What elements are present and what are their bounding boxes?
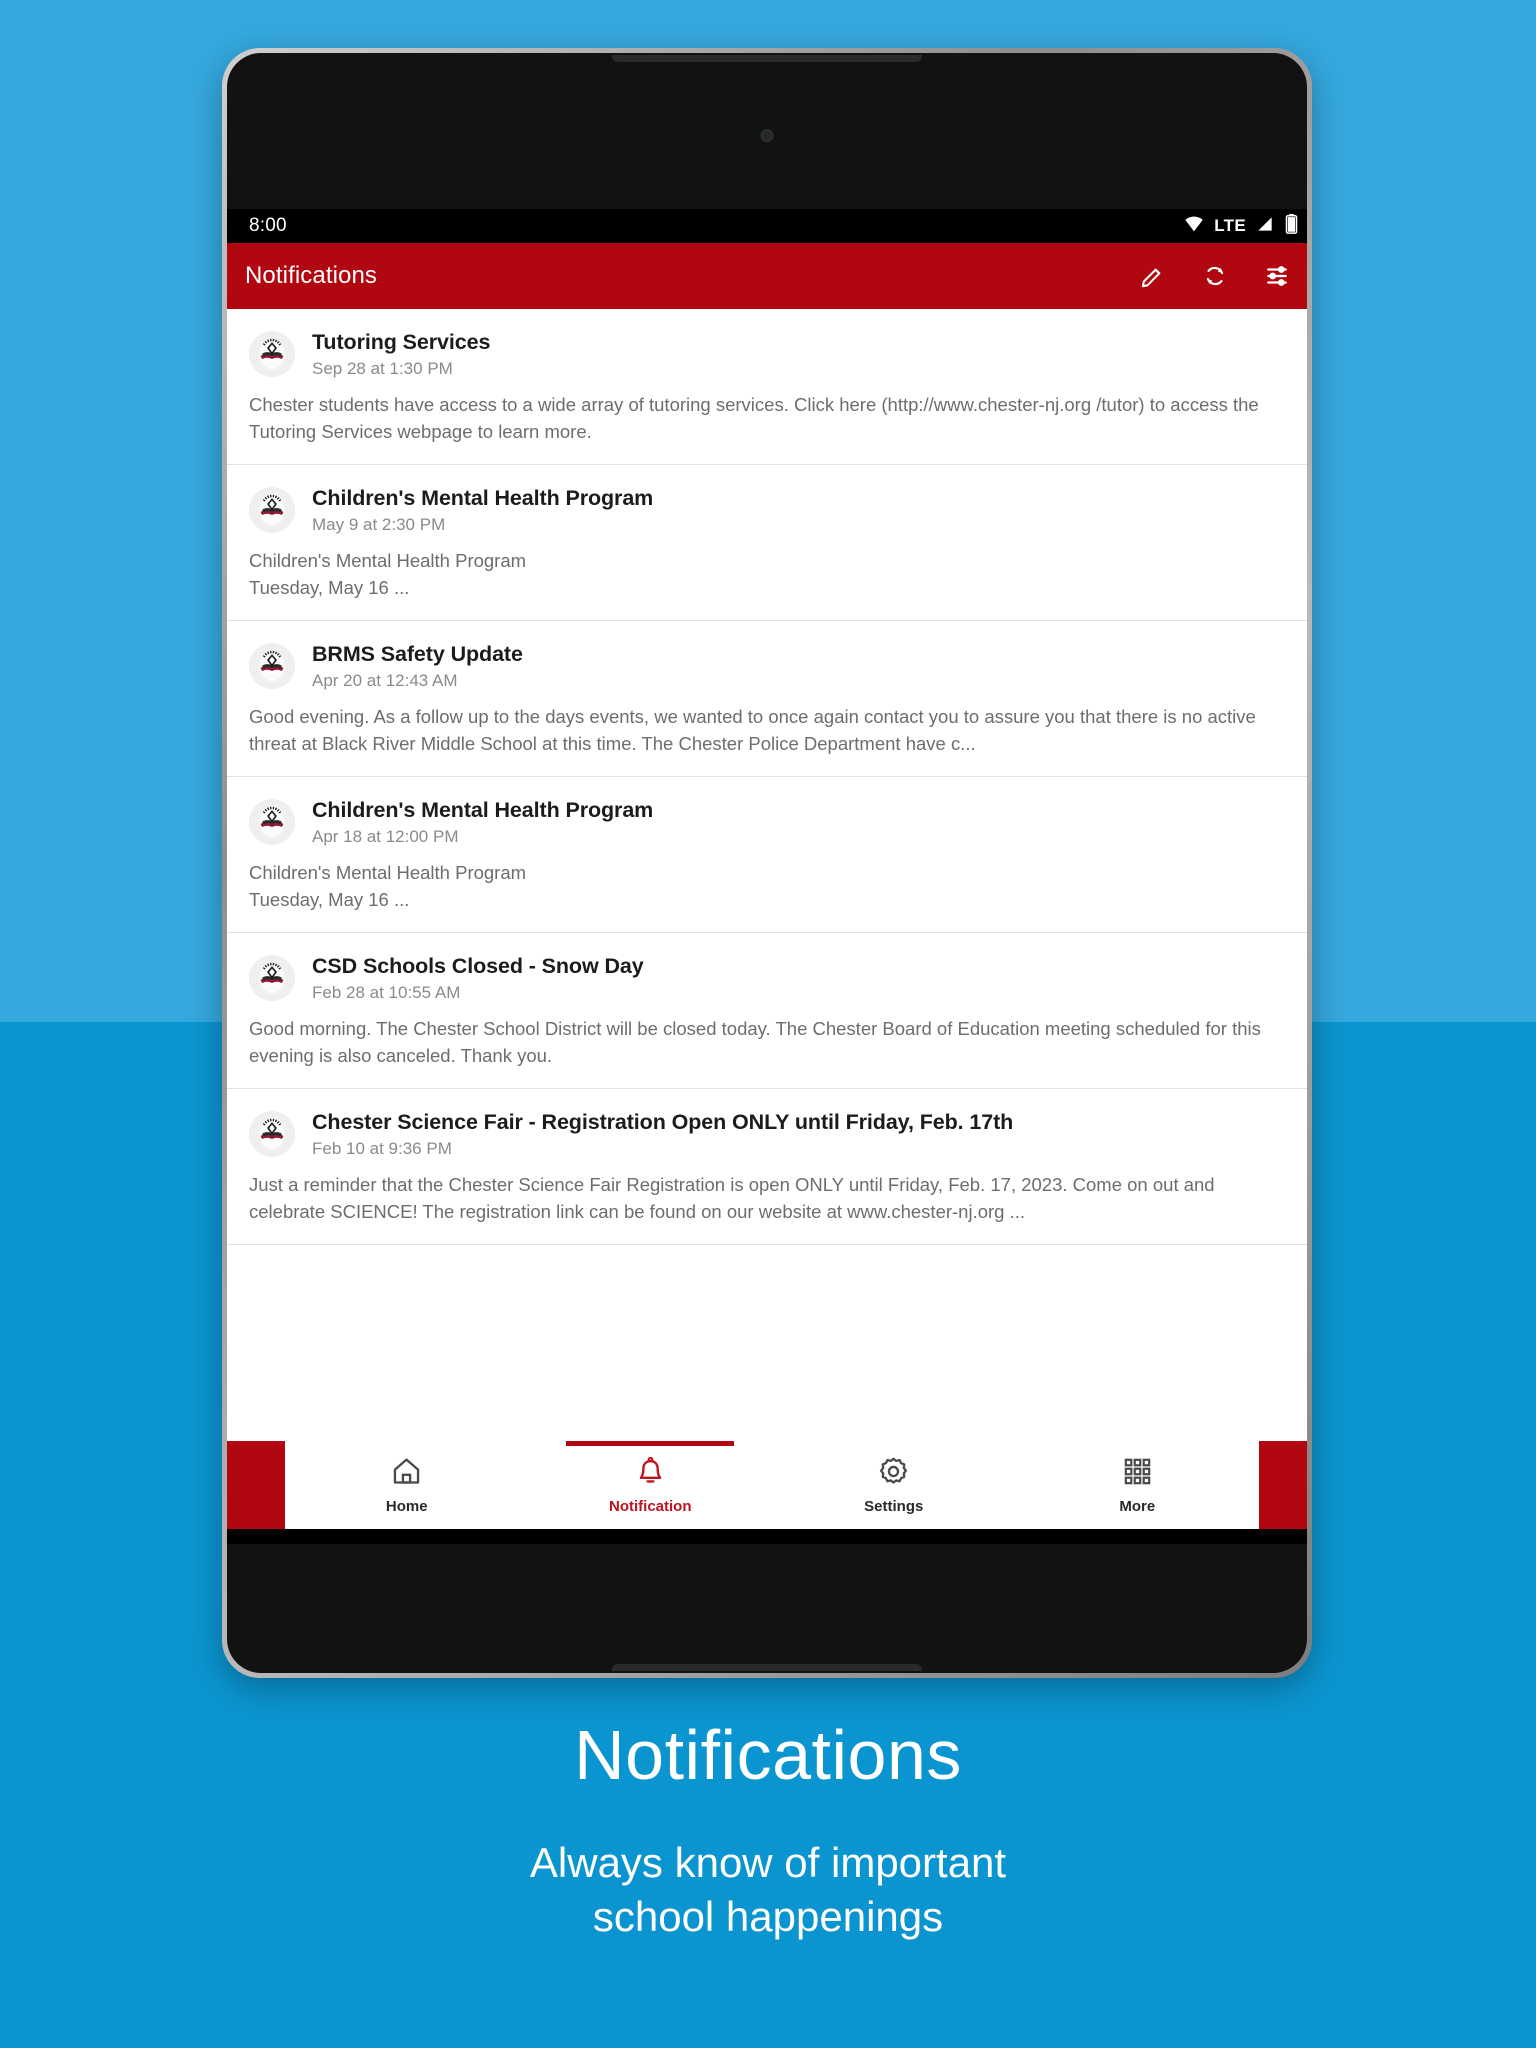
card-heading: Tutoring Services Sep 28 at 1:30 PM — [312, 329, 490, 379]
card-heading: Children's Mental Health Program Apr 18 … — [312, 797, 653, 847]
notification-title: Tutoring Services — [312, 330, 491, 354]
tablet-bezel: 8:00 LTE Notifications Tutoring Services… — [227, 53, 1307, 1673]
card-header: CSD Schools Closed - Snow Day Feb 28 at … — [249, 953, 1295, 1003]
school-crest-icon — [249, 1110, 295, 1157]
card-header: Children's Mental Health Program May 9 a… — [249, 485, 1295, 535]
back-icon[interactable] — [584, 1541, 610, 1545]
bottom-navigation-bar: Home Notification Settings More — [227, 1441, 1307, 1529]
speaker-slot-bottom — [612, 1664, 922, 1671]
home-icon[interactable] — [760, 1541, 786, 1545]
notification-body: Children's Mental Health Program Tuesday… — [249, 550, 527, 599]
notification-title: Chester Science Fair - Registration Open… — [312, 1109, 1014, 1134]
status-clock: 8:00 — [249, 215, 287, 236]
tablet-screen: 8:00 LTE Notifications Tutoring Services… — [227, 209, 1307, 1544]
notification-time: Feb 28 at 10:55 AM — [312, 983, 461, 1003]
home-icon — [390, 1455, 423, 1493]
grid-icon — [1121, 1455, 1154, 1493]
notification-body: Good evening. As a follow up to the days… — [249, 706, 1256, 755]
nav-item-settings[interactable]: Settings — [772, 1441, 1016, 1529]
school-crest-icon — [249, 954, 295, 1001]
nav-label-notification: Notification — [609, 1498, 692, 1515]
page-title: Notifications — [245, 262, 378, 289]
notification-body: Good morning. The Chester School Distric… — [249, 1018, 1261, 1067]
bottom-navigation: Home Notification Settings More — [285, 1441, 1259, 1529]
recents-icon[interactable] — [936, 1542, 960, 1545]
android-status-bar: 8:00 LTE — [227, 209, 1307, 243]
notification-body: Children's Mental Health Program Tuesday… — [249, 862, 527, 911]
card-heading: CSD Schools Closed - Snow Day Feb 28 at … — [312, 953, 644, 1003]
notification-list[interactable]: Tutoring Services Sep 28 at 1:30 PM Ches… — [227, 309, 1307, 1441]
battery-icon — [1284, 213, 1299, 240]
notification-time: May 9 at 2:30 PM — [312, 515, 446, 535]
refresh-icon[interactable] — [1201, 262, 1229, 290]
notification-body: Chester students have access to a wide a… — [249, 394, 1259, 443]
notification-card[interactable]: Chester Science Fair - Registration Open… — [227, 1088, 1307, 1245]
tablet-device-frame: 8:00 LTE Notifications Tutoring Services… — [222, 48, 1312, 1678]
school-crest-icon — [249, 798, 295, 845]
card-heading: BRMS Safety Update Apr 20 at 12:43 AM — [312, 641, 523, 691]
card-heading: Chester Science Fair - Registration Open… — [312, 1109, 1013, 1159]
caption-title: Notifications — [574, 1716, 962, 1794]
filter-icon[interactable] — [1263, 262, 1291, 290]
marketing-caption: Notifications Always know of important s… — [0, 1720, 1536, 1944]
notification-card[interactable]: BRMS Safety Update Apr 20 at 12:43 AM Go… — [227, 620, 1307, 777]
notification-card[interactable]: Children's Mental Health Program Apr 18 … — [227, 776, 1307, 933]
nav-item-notification[interactable]: Notification — [529, 1441, 773, 1529]
notification-card[interactable]: Tutoring Services Sep 28 at 1:30 PM Ches… — [227, 309, 1307, 465]
nav-item-more[interactable]: More — [1016, 1441, 1260, 1529]
signal-icon — [1255, 214, 1275, 239]
school-crest-icon — [249, 486, 295, 533]
nav-active-indicator — [566, 1441, 735, 1446]
school-crest-icon — [249, 331, 295, 377]
edit-icon[interactable] — [1139, 262, 1167, 290]
notification-time: Apr 18 at 12:00 PM — [312, 827, 459, 847]
app-bar-action-group — [1139, 262, 1291, 290]
school-crest-icon — [249, 642, 295, 689]
notification-title: CSD Schools Closed - Snow Day — [312, 953, 644, 978]
card-header: Tutoring Services Sep 28 at 1:30 PM — [249, 329, 1295, 379]
nav-item-home[interactable]: Home — [285, 1441, 529, 1529]
card-header: Chester Science Fair - Registration Open… — [249, 1109, 1295, 1159]
caption-subtitle: Always know of important school happenin… — [529, 1839, 1007, 1940]
wifi-icon — [1183, 213, 1205, 240]
nav-label-home: Home — [385, 1498, 428, 1515]
android-system-nav — [227, 1529, 1307, 1544]
front-camera-icon — [760, 129, 774, 142]
card-header: BRMS Safety Update Apr 20 at 12:43 AM — [249, 641, 1295, 691]
card-heading: Children's Mental Health Program May 9 a… — [312, 485, 653, 535]
notification-title: Children's Mental Health Program — [312, 797, 654, 822]
status-icon-group: LTE — [1183, 213, 1299, 240]
network-type-label: LTE — [1214, 216, 1246, 235]
notification-time: Apr 20 at 12:43 AM — [312, 671, 458, 691]
notification-body: Just a reminder that the Chester Science… — [249, 1174, 1215, 1223]
notification-card[interactable]: Children's Mental Health Program May 9 a… — [227, 464, 1307, 621]
app-bar: Notifications — [227, 243, 1307, 309]
notification-time: Feb 10 at 9:36 PM — [312, 1139, 452, 1159]
notification-title: Children's Mental Health Program — [312, 485, 654, 510]
bell-icon — [634, 1455, 667, 1493]
nav-label-more: More — [1119, 1498, 1156, 1515]
card-header: Children's Mental Health Program Apr 18 … — [249, 797, 1295, 847]
nav-label-settings: Settings — [864, 1498, 924, 1515]
notification-time: Sep 28 at 1:30 PM — [312, 359, 453, 379]
notification-card[interactable]: CSD Schools Closed - Snow Day Feb 28 at … — [227, 932, 1307, 1089]
speaker-slot-top — [612, 55, 922, 62]
gear-icon — [877, 1455, 910, 1493]
notification-title: BRMS Safety Update — [312, 641, 523, 666]
